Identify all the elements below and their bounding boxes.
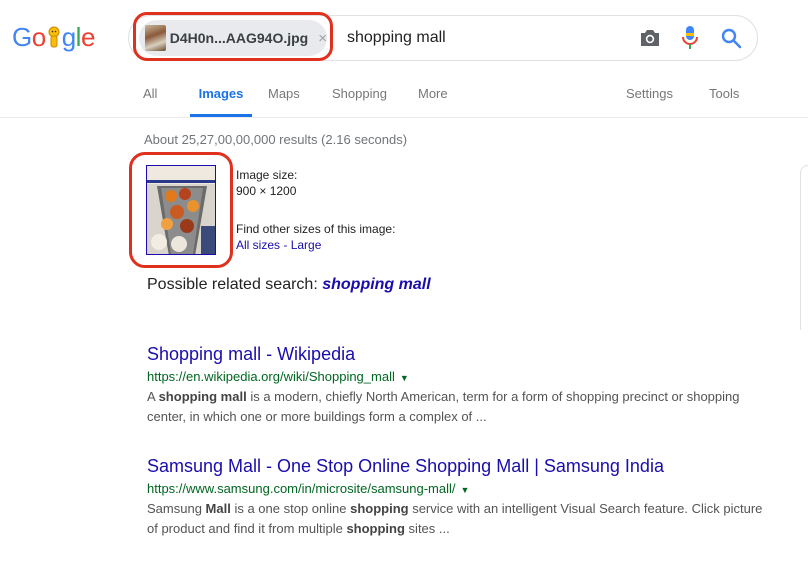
search-result: Shopping mall - Wikipedia https://en.wik… [147, 344, 767, 427]
tab-images[interactable]: Images [190, 86, 252, 117]
related-search-link[interactable]: shopping mall [322, 276, 430, 293]
image-size-label: Image size: [236, 168, 298, 182]
result-url-text[interactable]: https://en.wikipedia.org/wiki/Shopping_m… [147, 369, 395, 384]
tab-tools[interactable]: Tools [709, 86, 739, 117]
chip-annotation-circle [133, 12, 333, 61]
result-url-text[interactable]: https://www.samsung.com/in/microsite/sam… [147, 481, 455, 496]
thumbnail-annotation-circle [129, 152, 233, 268]
logo-letter-e: e [80, 22, 95, 52]
tab-all[interactable]: All [143, 86, 157, 117]
result-snippet: Samsung Mall is a one stop online shoppi… [147, 499, 767, 539]
all-sizes-link[interactable]: All sizes [236, 238, 280, 252]
doodle-figure-icon [47, 26, 61, 50]
snippet-highlight: shopping [346, 521, 405, 536]
image-info: Image size: 900 × 1200 Find other sizes … [236, 167, 395, 253]
find-sizes-label: Find other sizes of this image: [236, 222, 396, 236]
snippet-highlight: shopping [350, 501, 409, 516]
large-size-link[interactable]: Large [291, 238, 322, 252]
related-search-prefix: Possible related search: [147, 276, 318, 293]
snippet-text: A [147, 389, 159, 404]
image-size-value: 900 × 1200 [236, 184, 297, 198]
tab-maps[interactable]: Maps [268, 86, 300, 117]
sizes-separator: - [280, 238, 291, 252]
snippet-highlight: Mall [205, 501, 231, 516]
search-input[interactable]: shopping mall [347, 29, 446, 47]
knowledge-panel-edge [800, 165, 808, 330]
result-title-link[interactable]: Samsung Mall - One Stop Online Shopping … [147, 456, 767, 477]
snippet-text: is a one stop online [230, 501, 351, 516]
camera-icon[interactable] [638, 27, 662, 49]
search-result: Samsung Mall - One Stop Online Shopping … [147, 456, 767, 539]
result-title-link[interactable]: Shopping mall - Wikipedia [147, 344, 767, 365]
dropdown-arrow-icon[interactable]: ▼ [400, 373, 409, 383]
google-logo[interactable]: G o g l e [12, 22, 95, 53]
tab-shopping[interactable]: Shopping [332, 86, 387, 117]
result-url: https://en.wikipedia.org/wiki/Shopping_m… [147, 369, 767, 384]
snippet-text: Samsung [147, 501, 206, 516]
tab-more[interactable]: More [418, 86, 448, 117]
microphone-icon[interactable] [680, 25, 700, 51]
snippet-highlight: shopping mall [158, 389, 247, 404]
related-search: Possible related search: shopping mall [147, 276, 431, 294]
dropdown-arrow-icon[interactable]: ▼ [460, 485, 469, 495]
snippet-text: sites ... [404, 521, 450, 536]
result-url: https://www.samsung.com/in/microsite/sam… [147, 481, 767, 496]
search-tabs: All Images Maps Shopping More Settings T… [0, 86, 808, 118]
logo-letter-g: G [12, 22, 32, 52]
search-icon[interactable] [720, 27, 742, 49]
logo-letter-o: o [31, 22, 46, 52]
tab-settings[interactable]: Settings [626, 86, 673, 117]
result-snippet: A shopping mall is a modern, chiefly Nor… [147, 387, 767, 427]
logo-letter-g2: g [61, 22, 76, 52]
result-stats: About 25,27,00,00,000 results (2.16 seco… [144, 132, 408, 147]
